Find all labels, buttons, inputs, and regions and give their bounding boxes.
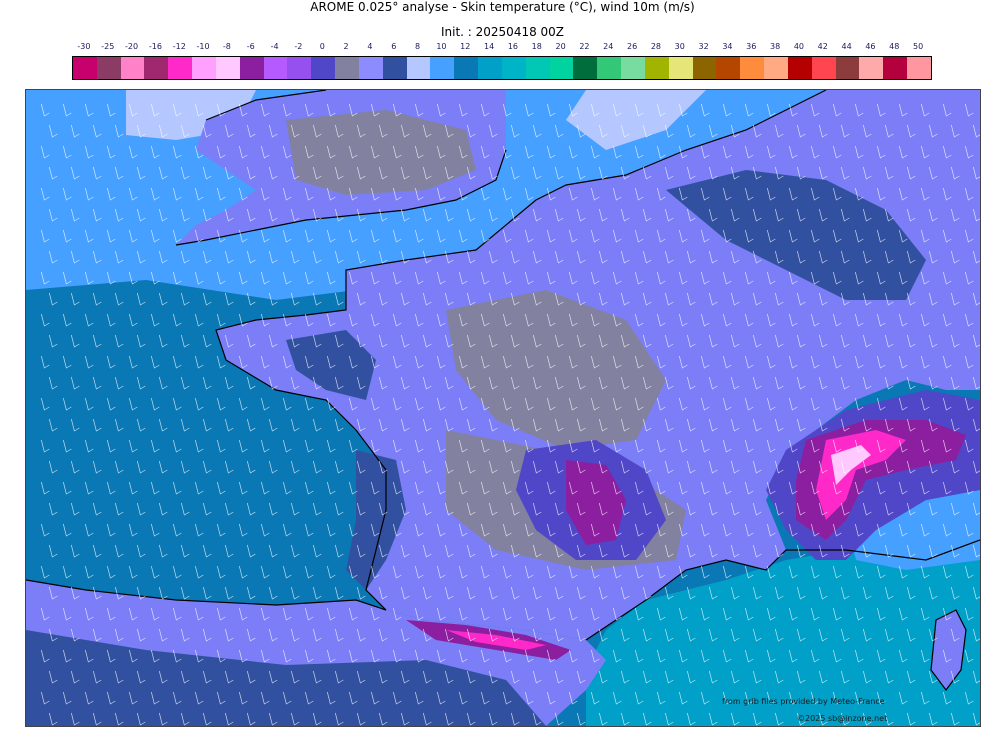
- colorbar-tick-label: 48: [889, 42, 900, 51]
- colorbar-tick-label: -12: [172, 42, 186, 51]
- colorbar-tick-label: 42: [817, 42, 828, 51]
- colorbar-swatch: [263, 57, 288, 79]
- colorbar-tick-label: 34: [722, 42, 733, 51]
- colorbar-swatch: [811, 57, 836, 79]
- chart-title: AROME 0.025° analyse - Skin temperature …: [310, 0, 695, 14]
- colorbar-tick-label: 14: [483, 42, 495, 51]
- colorbar-swatch: [144, 57, 169, 79]
- colorbar-tick-label: 50: [912, 42, 924, 51]
- colorbar-tick-label: 40: [793, 42, 804, 51]
- colorbar-swatch: [787, 57, 812, 79]
- copyright: ©2025 sb@inzone.net: [797, 714, 888, 723]
- source-credit: from grib files provided by Meteo-France: [722, 697, 885, 706]
- colorbar-tick-label: -10: [196, 42, 210, 51]
- colorbar-tick-label: 32: [698, 42, 709, 51]
- colorbar-tick-label: 2: [343, 42, 349, 51]
- colorbar-tick-label: 18: [531, 42, 542, 51]
- colorbar-tick-label: 46: [865, 42, 876, 51]
- colorbar-tick-label: 6: [391, 42, 397, 51]
- colorbar-swatch: [573, 57, 598, 79]
- colorbar-swatch: [239, 57, 264, 79]
- colorbar-swatch: [644, 57, 669, 79]
- colorbar-swatch: [549, 57, 574, 79]
- colorbar-swatch: [859, 57, 884, 79]
- colorbar-swatch: [906, 57, 931, 79]
- colorbar-swatch: [358, 57, 383, 79]
- colorbar-swatch: [597, 57, 622, 79]
- colorbar-swatch: [96, 57, 121, 79]
- colorbar-tick-label: 22: [579, 42, 590, 51]
- colorbar-tick-label: 10: [436, 42, 447, 51]
- colorbar-tick-label: 24: [603, 42, 614, 51]
- colorbar-labels: -30 -25 -20 -16 -12 -10 -8 -6 -4 -2 0 2 4 6 8 10 12 14 16 1…: [72, 42, 932, 54]
- init-time: Init. : 20250418 00Z: [440, 25, 565, 39]
- colorbar-tick-label: 44: [841, 42, 852, 51]
- colorbar-tick-label: 38: [769, 42, 781, 51]
- colorbar-swatch: [335, 57, 359, 79]
- colorbar-tick-label: 4: [367, 42, 373, 51]
- colorbar-swatch: [430, 57, 455, 79]
- colorbar-swatch: [740, 57, 765, 79]
- colorbar-tick-label: -20: [125, 42, 139, 51]
- colorbar-swatch: [73, 57, 97, 79]
- map-panel: [25, 89, 981, 727]
- colorbar-swatch: [215, 57, 240, 79]
- colorbar-tick-label: 30: [674, 42, 685, 51]
- temperature-map: [26, 90, 980, 726]
- colorbar-tick-label: -30: [77, 42, 91, 51]
- colorbar-tick-label: 36: [746, 42, 757, 51]
- colorbar-swatch: [168, 57, 193, 79]
- colorbar-swatch: [287, 57, 312, 79]
- colorbar-tick-label: -6: [246, 42, 255, 51]
- colorbar-tick-label: 0: [319, 42, 325, 51]
- colorbar-tick-label: 20: [555, 42, 566, 51]
- colorbar-swatch: [501, 57, 526, 79]
- colorbar-tick-label: 8: [415, 42, 421, 51]
- colorbar-tick-label: 12: [460, 42, 471, 51]
- colorbar-swatch: [883, 57, 907, 79]
- colorbar-swatch: [382, 57, 407, 79]
- colorbar-swatch: [668, 57, 693, 79]
- colorbar-tick-label: -16: [148, 42, 162, 51]
- colorbar-tick-label: 16: [507, 42, 518, 51]
- colorbar-swatch: [192, 57, 216, 79]
- colorbar-tick-label: 26: [626, 42, 638, 51]
- colorbar-swatch: [525, 57, 550, 79]
- colorbar-tick-label: -25: [101, 42, 115, 51]
- colorbar-swatch: [835, 57, 860, 79]
- colorbar-tick-label: -2: [294, 42, 303, 51]
- colorbar-swatch: [716, 57, 741, 79]
- colorbar-tick-label: -4: [270, 42, 279, 51]
- colorbar-swatch: [454, 57, 479, 79]
- colorbar-swatch: [478, 57, 502, 79]
- colorbar: [72, 56, 932, 80]
- colorbar-swatch: [621, 57, 645, 79]
- colorbar-swatch: [692, 57, 717, 79]
- colorbar-swatch: [120, 57, 145, 79]
- colorbar-tick-label: 28: [650, 42, 661, 51]
- colorbar-swatch: [764, 57, 788, 79]
- colorbar-swatch: [311, 57, 336, 79]
- colorbar-tick-label: -8: [222, 42, 231, 51]
- colorbar-swatch: [406, 57, 431, 79]
